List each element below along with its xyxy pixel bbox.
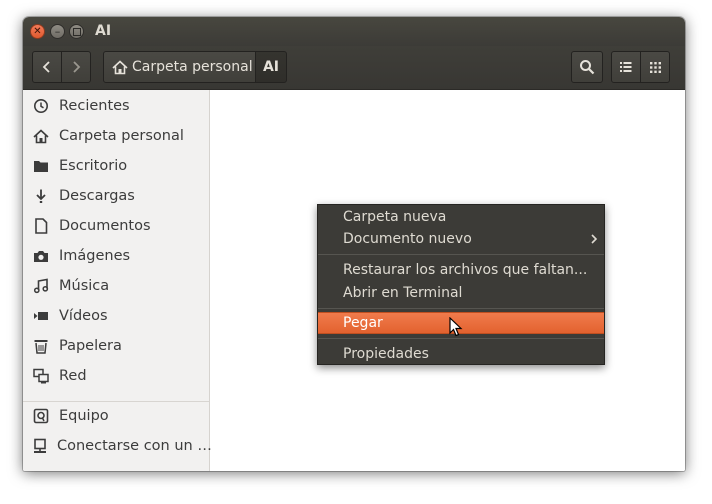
- menu-separator: [318, 308, 604, 309]
- breadcrumb-current[interactable]: AI: [255, 51, 287, 83]
- sidebar-item-videos[interactable]: Vídeos: [23, 302, 209, 330]
- menu-item-restaurar[interactable]: Restaurar los archivos que faltan...: [318, 259, 604, 281]
- sidebar-item-label: Equipo: [59, 408, 109, 424]
- menu-separator: [318, 254, 604, 255]
- context-menu: Carpeta nueva Documento nuevo Restaurar …: [317, 204, 605, 365]
- sidebar-item-label: Escritorio: [59, 158, 128, 174]
- camera-icon: [33, 248, 49, 264]
- document-icon: [33, 218, 49, 234]
- close-window-button[interactable]: ✕: [30, 24, 45, 39]
- sidebar-item-conectarse[interactable]: Conectarse con un …: [23, 432, 212, 460]
- places-sidebar: Recientes Carpeta personal Escritorio De…: [23, 90, 212, 471]
- breadcrumb-home[interactable]: Carpeta personal: [103, 51, 256, 83]
- chevron-right-icon: [73, 61, 81, 73]
- menu-item-abrir-terminal[interactable]: Abrir en Terminal: [318, 282, 604, 304]
- menu-item-label: Abrir en Terminal: [343, 285, 463, 301]
- sidebar-item-label: Documentos: [59, 218, 151, 234]
- music-icon: [33, 278, 49, 294]
- sidebar-item-documentos[interactable]: Documentos: [23, 212, 209, 240]
- back-button[interactable]: [32, 51, 62, 83]
- sidebar-item-label: Red: [59, 368, 87, 384]
- maximize-icon: [72, 27, 81, 36]
- menu-item-propiedades[interactable]: Propiedades: [318, 343, 604, 365]
- search-button[interactable]: [571, 51, 603, 83]
- minimize-window-button[interactable]: –: [50, 24, 65, 39]
- menu-separator: [318, 338, 604, 339]
- sidebar-item-musica[interactable]: Música: [23, 272, 209, 300]
- sidebar-item-label: Descargas: [59, 188, 135, 204]
- sidebar-item-label: Conectarse con un …: [57, 438, 212, 454]
- menu-item-documento-nuevo[interactable]: Documento nuevo: [318, 228, 604, 250]
- chevron-left-icon: [42, 61, 50, 73]
- download-icon: [33, 188, 49, 204]
- sidebar-item-papelera[interactable]: Papelera: [23, 332, 209, 360]
- home-icon: [33, 128, 49, 144]
- sidebar-item-recientes[interactable]: Recientes: [23, 92, 209, 120]
- trash-icon: [33, 338, 49, 354]
- video-icon: [33, 308, 49, 324]
- title-bar: ✕ – AI: [23, 17, 685, 46]
- sidebar-item-label: Papelera: [59, 338, 122, 354]
- menu-item-label: Propiedades: [343, 346, 429, 362]
- sidebar-item-label: Música: [59, 278, 110, 294]
- menu-item-label: Pegar: [343, 315, 383, 331]
- chevron-right-icon: [591, 234, 598, 244]
- sidebar-item-carpeta-personal[interactable]: Carpeta personal: [23, 122, 209, 150]
- window-title: AI: [95, 23, 112, 39]
- forward-button[interactable]: [61, 51, 91, 83]
- folder-icon: [33, 158, 49, 174]
- menu-item-carpeta-nueva[interactable]: Carpeta nueva: [318, 206, 604, 228]
- mouse-pointer-icon: [449, 317, 463, 337]
- sidebar-item-imagenes[interactable]: Imágenes: [23, 242, 209, 270]
- list-view-button[interactable]: [611, 51, 641, 83]
- sidebar-item-label: Recientes: [59, 98, 130, 114]
- menu-item-label: Documento nuevo: [343, 231, 472, 247]
- home-icon: [112, 59, 128, 74]
- grid-view-button[interactable]: [640, 51, 670, 83]
- menu-item-label: Carpeta nueva: [343, 209, 447, 225]
- clock-icon: [33, 98, 49, 114]
- search-icon: [580, 60, 595, 75]
- sidebar-item-descargas[interactable]: Descargas: [23, 182, 209, 210]
- minimize-icon: –: [54, 25, 61, 38]
- drive-icon: [33, 408, 49, 424]
- toolbar: Carpeta personal AI: [23, 46, 685, 90]
- sidebar-item-label: Carpeta personal: [59, 128, 184, 144]
- grid-view-icon: [649, 61, 661, 73]
- sidebar-item-escritorio[interactable]: Escritorio: [23, 152, 209, 180]
- network-icon: [33, 368, 49, 384]
- server-icon: [33, 438, 47, 454]
- sidebar-item-red[interactable]: Red: [23, 362, 209, 390]
- sidebar-item-label: Imágenes: [59, 248, 131, 264]
- sidebar-item-equipo[interactable]: Equipo: [23, 402, 209, 430]
- menu-item-label: Restaurar los archivos que faltan...: [343, 262, 588, 278]
- close-icon: ✕: [33, 25, 42, 37]
- breadcrumb-home-label: Carpeta personal: [132, 59, 253, 75]
- sidebar-item-label: Vídeos: [59, 308, 108, 324]
- list-view-icon: [620, 62, 632, 72]
- maximize-window-button[interactable]: [69, 24, 84, 39]
